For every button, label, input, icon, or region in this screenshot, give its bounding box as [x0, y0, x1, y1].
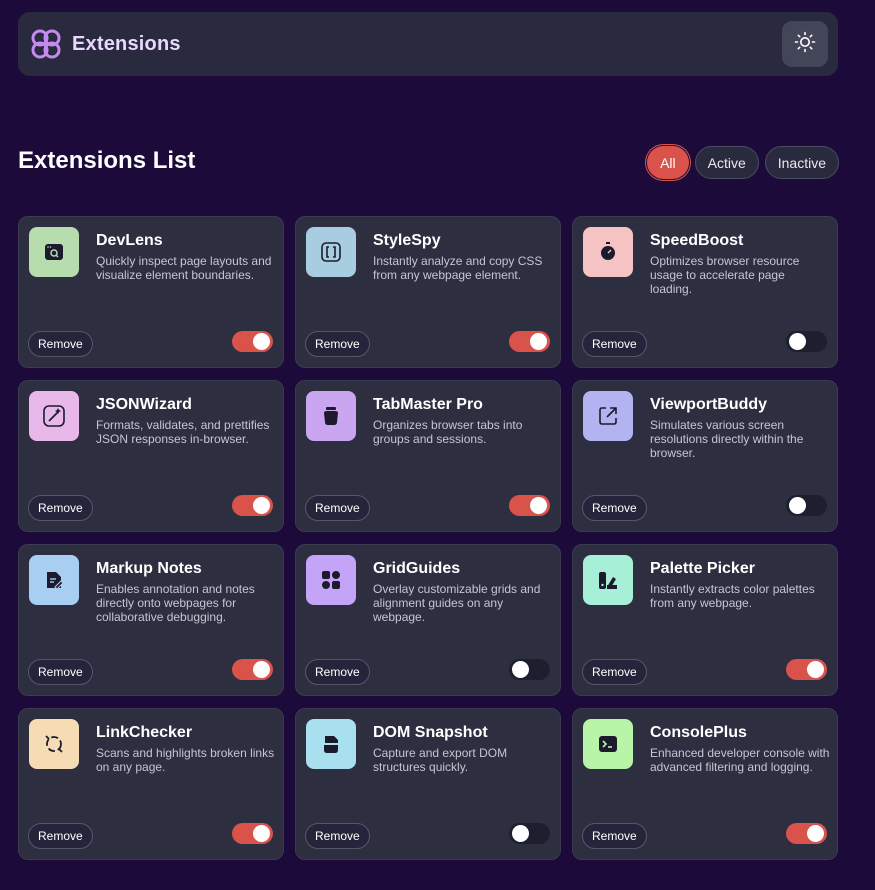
enable-toggle[interactable]	[509, 495, 550, 516]
remove-button[interactable]: Remove	[582, 495, 647, 521]
palette-icon	[583, 555, 633, 605]
snapshot-icon	[306, 719, 356, 769]
extension-name: DevLens	[96, 232, 163, 249]
brand-title: Extensions	[72, 32, 181, 55]
remove-button[interactable]: Remove	[582, 823, 647, 849]
extension-card-viewportbuddy: ViewportBuddy Simulates various screen r…	[572, 380, 838, 532]
brackets-icon	[306, 227, 356, 277]
jar-icon	[306, 391, 356, 441]
extension-name: SpeedBoost	[650, 232, 744, 249]
remove-button[interactable]: Remove	[305, 495, 370, 521]
enable-toggle[interactable]	[786, 823, 827, 844]
extension-card-dom-snapshot: DOM Snapshot Capture and export DOM stru…	[295, 708, 561, 860]
remove-button[interactable]: Remove	[305, 823, 370, 849]
terminal-icon	[583, 719, 633, 769]
extension-name: Markup Notes	[96, 560, 202, 577]
remove-button[interactable]: Remove	[28, 331, 93, 357]
extension-card-palette-picker: Palette Picker Instantly extracts color …	[572, 544, 838, 696]
remove-button[interactable]: Remove	[28, 823, 93, 849]
enable-toggle[interactable]	[509, 331, 550, 352]
extension-card-devlens: DevLens Quickly inspect page layouts and…	[18, 216, 284, 368]
enable-toggle[interactable]	[786, 331, 827, 352]
extension-name: TabMaster Pro	[373, 396, 483, 413]
extension-description: Capture and export DOM structures quickl…	[373, 746, 508, 774]
flower-logo-icon	[28, 26, 64, 62]
toggle-knob	[530, 497, 547, 514]
enable-toggle[interactable]	[232, 823, 273, 844]
note-edit-icon	[29, 555, 79, 605]
extension-name: GridGuides	[373, 560, 461, 577]
extension-card-speedboost: SpeedBoost Optimizes browser resource us…	[572, 216, 838, 368]
toggle-knob	[530, 333, 547, 350]
extension-name: ConsolePlus	[650, 724, 747, 741]
extension-name: DOM Snapshot	[373, 724, 488, 741]
stopwatch-icon	[583, 227, 633, 277]
extension-description: Simulates various screen resolutions dir…	[650, 418, 804, 460]
extension-card-linkchecker: LinkChecker Scans and highlights broken …	[18, 708, 284, 860]
extension-description: Organizes browser tabs into groups and s…	[373, 418, 523, 446]
extension-name: JSONWizard	[96, 396, 192, 413]
wand-icon	[29, 391, 79, 441]
app-header: Extensions	[18, 12, 838, 76]
remove-button[interactable]: Remove	[582, 331, 647, 357]
extension-name: ViewportBuddy	[650, 396, 768, 413]
toggle-knob	[807, 661, 824, 678]
toggle-knob	[512, 661, 529, 678]
extension-name: StyleSpy	[373, 232, 441, 249]
toggle-knob	[512, 825, 529, 842]
extension-card-gridguides: GridGuides Overlay customizable grids an…	[295, 544, 561, 696]
toggle-knob	[807, 825, 824, 842]
extension-name: LinkChecker	[96, 724, 193, 741]
enable-toggle[interactable]	[232, 495, 273, 516]
page-title: Extensions List	[18, 147, 196, 174]
enable-toggle[interactable]	[786, 659, 827, 680]
enable-toggle[interactable]	[509, 659, 550, 680]
extension-description: Overlay customizable grids and alignment…	[373, 582, 541, 624]
remove-button[interactable]: Remove	[28, 659, 93, 685]
extension-card-tabmaster-pro: TabMaster Pro Organizes browser tabs int…	[295, 380, 561, 532]
toggle-knob	[789, 497, 806, 514]
filter-active-button[interactable]: Active	[694, 146, 759, 179]
extensions-grid: DevLens Quickly inspect page layouts and…	[18, 216, 839, 860]
sun-icon	[794, 31, 816, 58]
extension-description: Instantly extracts color palettes from a…	[650, 582, 815, 610]
extension-description: Formats, validates, and prettifies JSON …	[96, 418, 270, 446]
browser-search-icon	[29, 227, 79, 277]
toggle-knob	[253, 333, 270, 350]
toggle-knob	[253, 497, 270, 514]
extension-description: Enhanced developer console with advanced…	[650, 746, 830, 774]
extension-description: Scans and highlights broken links on any…	[96, 746, 275, 774]
enable-toggle[interactable]	[786, 495, 827, 516]
remove-button[interactable]: Remove	[582, 659, 647, 685]
filter-all-button[interactable]: All	[647, 146, 689, 179]
remove-button[interactable]: Remove	[28, 495, 93, 521]
extension-description: Optimizes browser resource usage to acce…	[650, 254, 800, 296]
extension-description: Instantly analyze and copy CSS from any …	[373, 254, 543, 282]
extension-card-consoleplus: ConsolePlus Enhanced developer console w…	[572, 708, 838, 860]
extension-card-jsonwizard: JSONWizard Formats, validates, and prett…	[18, 380, 284, 532]
filter-group: All Active Inactive	[647, 146, 839, 179]
extension-description: Enables annotation and notes directly on…	[96, 582, 255, 624]
toggle-knob	[789, 333, 806, 350]
toggle-knob	[253, 661, 270, 678]
remove-button[interactable]: Remove	[305, 331, 370, 357]
expand-icon	[583, 391, 633, 441]
extension-description: Quickly inspect page layouts and visuali…	[96, 254, 272, 282]
enable-toggle[interactable]	[509, 823, 550, 844]
toggle-knob	[253, 825, 270, 842]
extension-name: Palette Picker	[650, 560, 755, 577]
extension-card-stylespy: StyleSpy Instantly analyze and copy CSS …	[295, 216, 561, 368]
broken-link-icon	[29, 719, 79, 769]
extension-card-markup-notes: Markup Notes Enables annotation and note…	[18, 544, 284, 696]
remove-button[interactable]: Remove	[305, 659, 370, 685]
theme-toggle-button[interactable]	[782, 21, 828, 67]
grid-icon	[306, 555, 356, 605]
enable-toggle[interactable]	[232, 331, 273, 352]
enable-toggle[interactable]	[232, 659, 273, 680]
filter-inactive-button[interactable]: Inactive	[764, 146, 839, 179]
